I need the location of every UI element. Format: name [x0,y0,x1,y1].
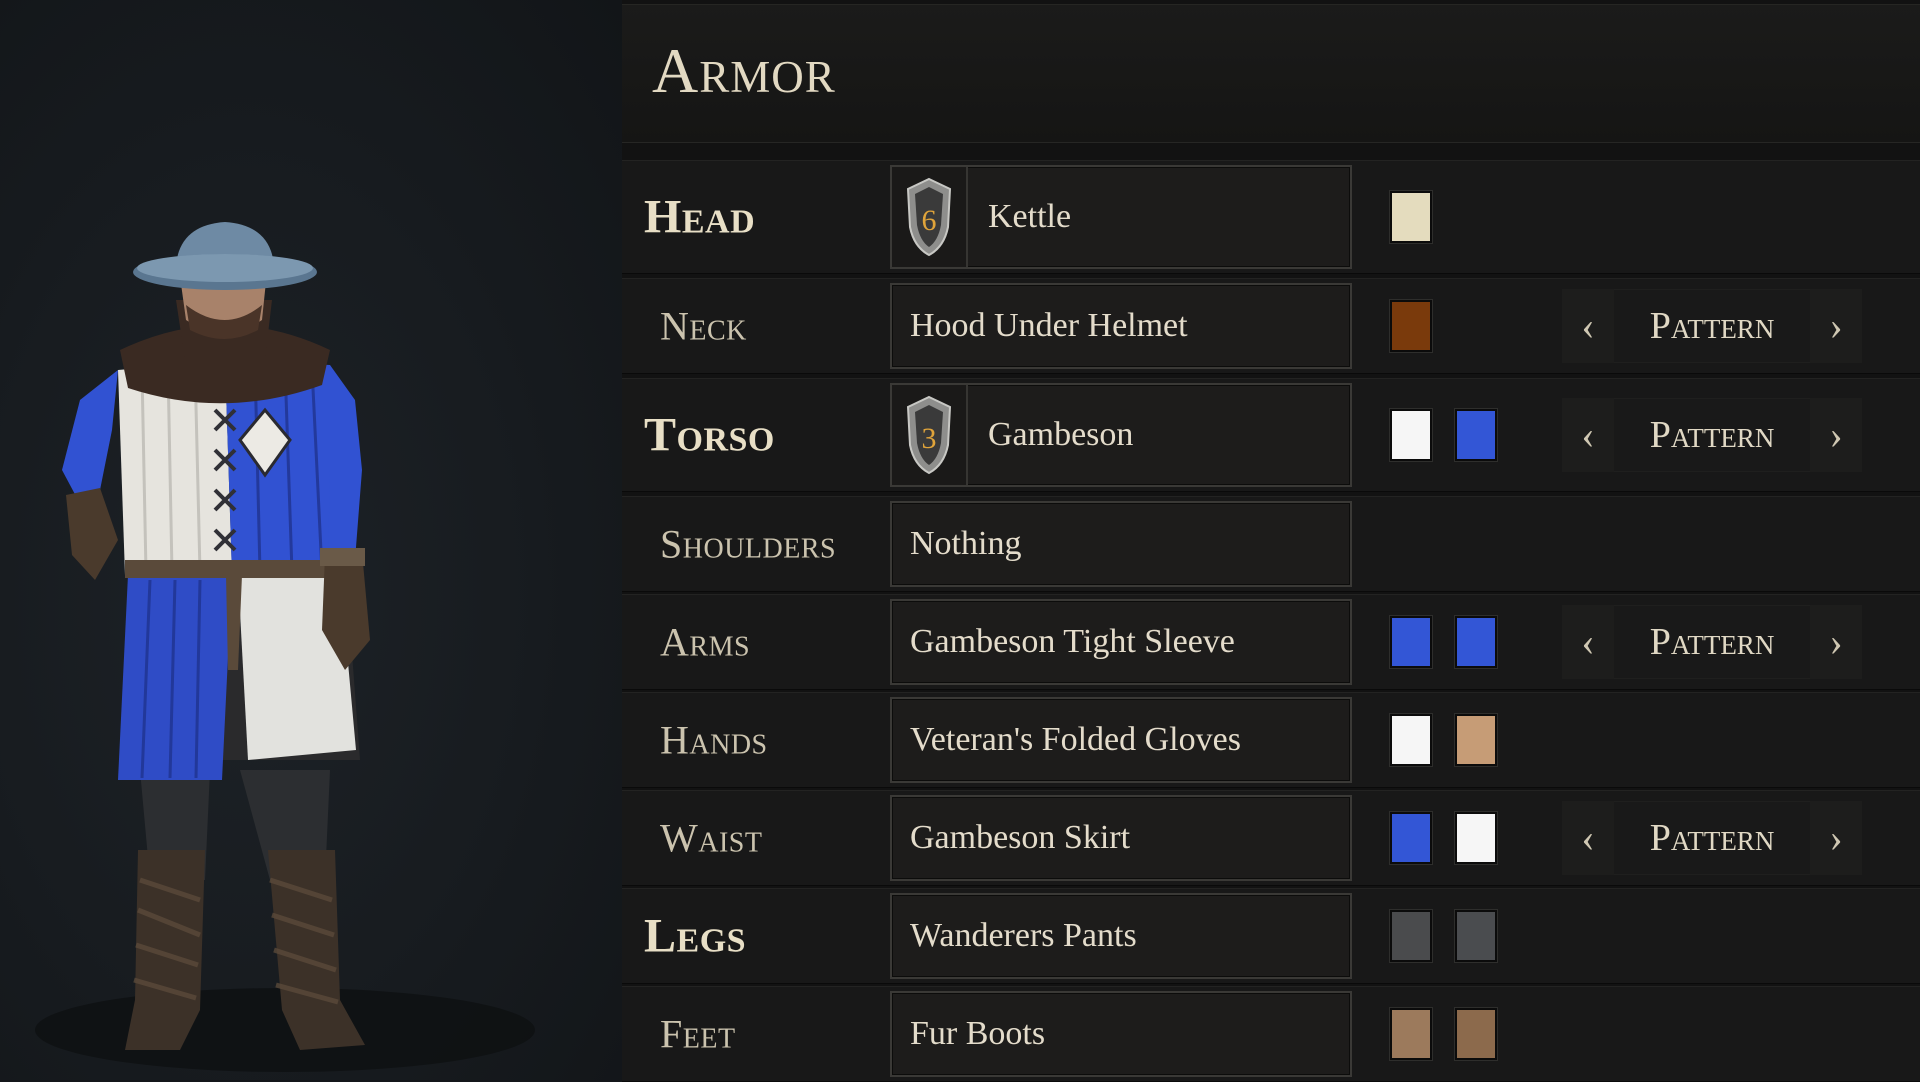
color-swatch-1[interactable] [1390,191,1432,243]
item-select-waist[interactable]: Gambeson Skirt [890,795,1352,881]
color-swatch-1[interactable] [1390,714,1432,766]
color-swatch-1[interactable] [1390,616,1432,668]
pattern-label: Pattern [1649,414,1775,456]
page-title: Armor [652,35,836,106]
chevron-left-icon[interactable]: ‹ [1562,398,1614,472]
color-swatch-1[interactable] [1390,910,1432,962]
color-swatch-2[interactable] [1455,714,1497,766]
pattern-selector: ‹ Pattern › [1562,605,1862,679]
item-name: Wanderers Pants [910,917,1137,954]
slot-label-hands: Hands [660,717,768,763]
armor-row-hands: Hands Veteran's Folded Gloves [622,692,1920,788]
item-name: Nothing [910,525,1022,562]
item-select-shoulders[interactable]: Nothing [890,501,1352,587]
item-name: Gambeson Skirt [910,819,1131,856]
tier-number: 6 [922,204,937,237]
color-swatch-1[interactable] [1390,1008,1432,1060]
shield-icon: 6 [906,177,952,257]
armor-row-shoulders: Shoulders Nothing [622,496,1920,592]
tier-number: 3 [922,422,937,455]
item-name: Gambeson Tight Sleeve [910,623,1235,660]
panel-header: Armor [622,4,1920,143]
item-select-torso[interactable]: 3 Gambeson [890,383,1352,487]
item-select-neck[interactable]: Hood Under Helmet [890,283,1352,369]
tier-badge: 6 [892,167,968,267]
item-select-head[interactable]: 6 Kettle [890,165,1352,269]
chevron-right-icon[interactable]: › [1810,398,1862,472]
armor-row-legs: Legs Wanderers Pants [622,888,1920,984]
armor-row-torso: Torso 3 Gambeson ‹ Pattern › [622,378,1920,492]
color-swatch-2[interactable] [1455,409,1497,461]
shield-icon: 3 [906,395,952,475]
color-swatch-2[interactable] [1455,812,1497,864]
armor-panel: Armor Head 6 Kettle Neck Hood Under Helmet ‹ P… [622,0,1920,1082]
color-swatch-2[interactable] [1455,910,1497,962]
item-name: Gambeson [988,416,1134,453]
slot-label-feet: Feet [660,1011,736,1057]
slot-label-arms: Arms [660,619,751,665]
slot-label-head: Head [644,190,756,244]
item-name: Veteran's Folded Gloves [910,721,1241,758]
armor-row-arms: Arms Gambeson Tight Sleeve ‹ Pattern › [622,594,1920,690]
item-select-arms[interactable]: Gambeson Tight Sleeve [890,599,1352,685]
item-name: Kettle [988,198,1072,235]
slot-label-waist: Waist [660,815,763,861]
color-swatch-2[interactable] [1455,616,1497,668]
pattern-label: Pattern [1649,305,1775,347]
color-swatch-2[interactable] [1455,1008,1497,1060]
color-swatch-1[interactable] [1390,812,1432,864]
pattern-label: Pattern [1649,621,1775,663]
slot-label-neck: Neck [660,303,747,349]
tier-badge: 3 [892,385,968,485]
chevron-right-icon[interactable]: › [1810,605,1862,679]
item-name: Fur Boots [910,1015,1046,1052]
color-swatch-1[interactable] [1390,300,1432,352]
slot-label-legs: Legs [644,909,747,963]
armor-row-neck: Neck Hood Under Helmet ‹ Pattern › [622,278,1920,374]
pattern-label: Pattern [1649,817,1775,859]
pattern-selector: ‹ Pattern › [1562,801,1862,875]
character-model [35,222,535,1072]
color-swatch-1[interactable] [1390,409,1432,461]
chevron-left-icon[interactable]: ‹ [1562,605,1614,679]
slot-label-shoulders: Shoulders [660,521,837,567]
item-select-feet[interactable]: Fur Boots [890,991,1352,1077]
item-select-legs[interactable]: Wanderers Pants [890,893,1352,979]
character-preview[interactable] [0,0,622,1080]
chevron-right-icon[interactable]: › [1810,289,1862,363]
item-select-hands[interactable]: Veteran's Folded Gloves [890,697,1352,783]
armor-row-head: Head 6 Kettle [622,160,1920,274]
armor-row-waist: Waist Gambeson Skirt ‹ Pattern › [622,790,1920,886]
item-name: Hood Under Helmet [910,307,1188,344]
pattern-selector: ‹ Pattern › [1562,289,1862,363]
chevron-right-icon[interactable]: › [1810,801,1862,875]
chevron-left-icon[interactable]: ‹ [1562,289,1614,363]
chevron-left-icon[interactable]: ‹ [1562,801,1614,875]
armor-row-feet: Feet Fur Boots [622,986,1920,1082]
pattern-selector: ‹ Pattern › [1562,398,1862,472]
slot-label-torso: Torso [644,408,775,462]
